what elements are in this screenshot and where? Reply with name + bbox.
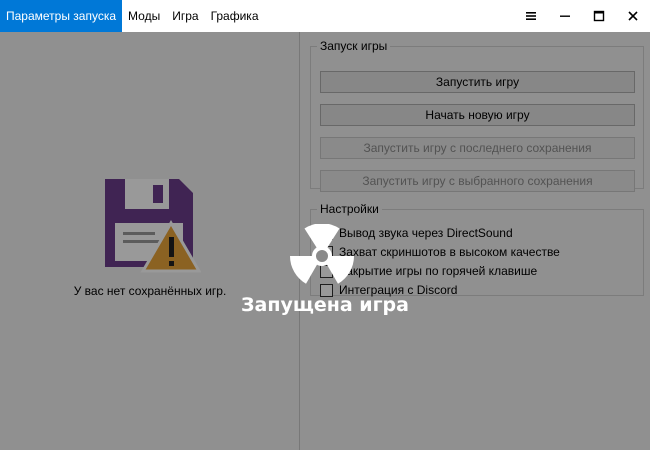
maximize-button[interactable] <box>582 0 616 32</box>
game-running-text: Запущена игра <box>241 294 409 316</box>
radiation-spinner-icon <box>290 224 354 284</box>
menu-icon <box>526 12 536 20</box>
game-running-overlay: Запущена игра <box>0 32 650 450</box>
close-button[interactable] <box>616 0 650 32</box>
tab-launch-params[interactable]: Параметры запуска <box>0 0 123 32</box>
menu-button[interactable] <box>514 0 548 32</box>
tab-mods[interactable]: Моды <box>122 0 166 32</box>
tab-game[interactable]: Игра <box>166 0 204 32</box>
maximize-icon <box>593 10 605 22</box>
close-icon <box>628 11 638 21</box>
title-bar: Параметры запуска Моды Игра Графика <box>0 0 650 32</box>
minimize-button[interactable] <box>548 0 582 32</box>
minimize-icon <box>560 15 570 17</box>
tab-graphics[interactable]: Графика <box>205 0 265 32</box>
window-controls <box>514 0 650 32</box>
